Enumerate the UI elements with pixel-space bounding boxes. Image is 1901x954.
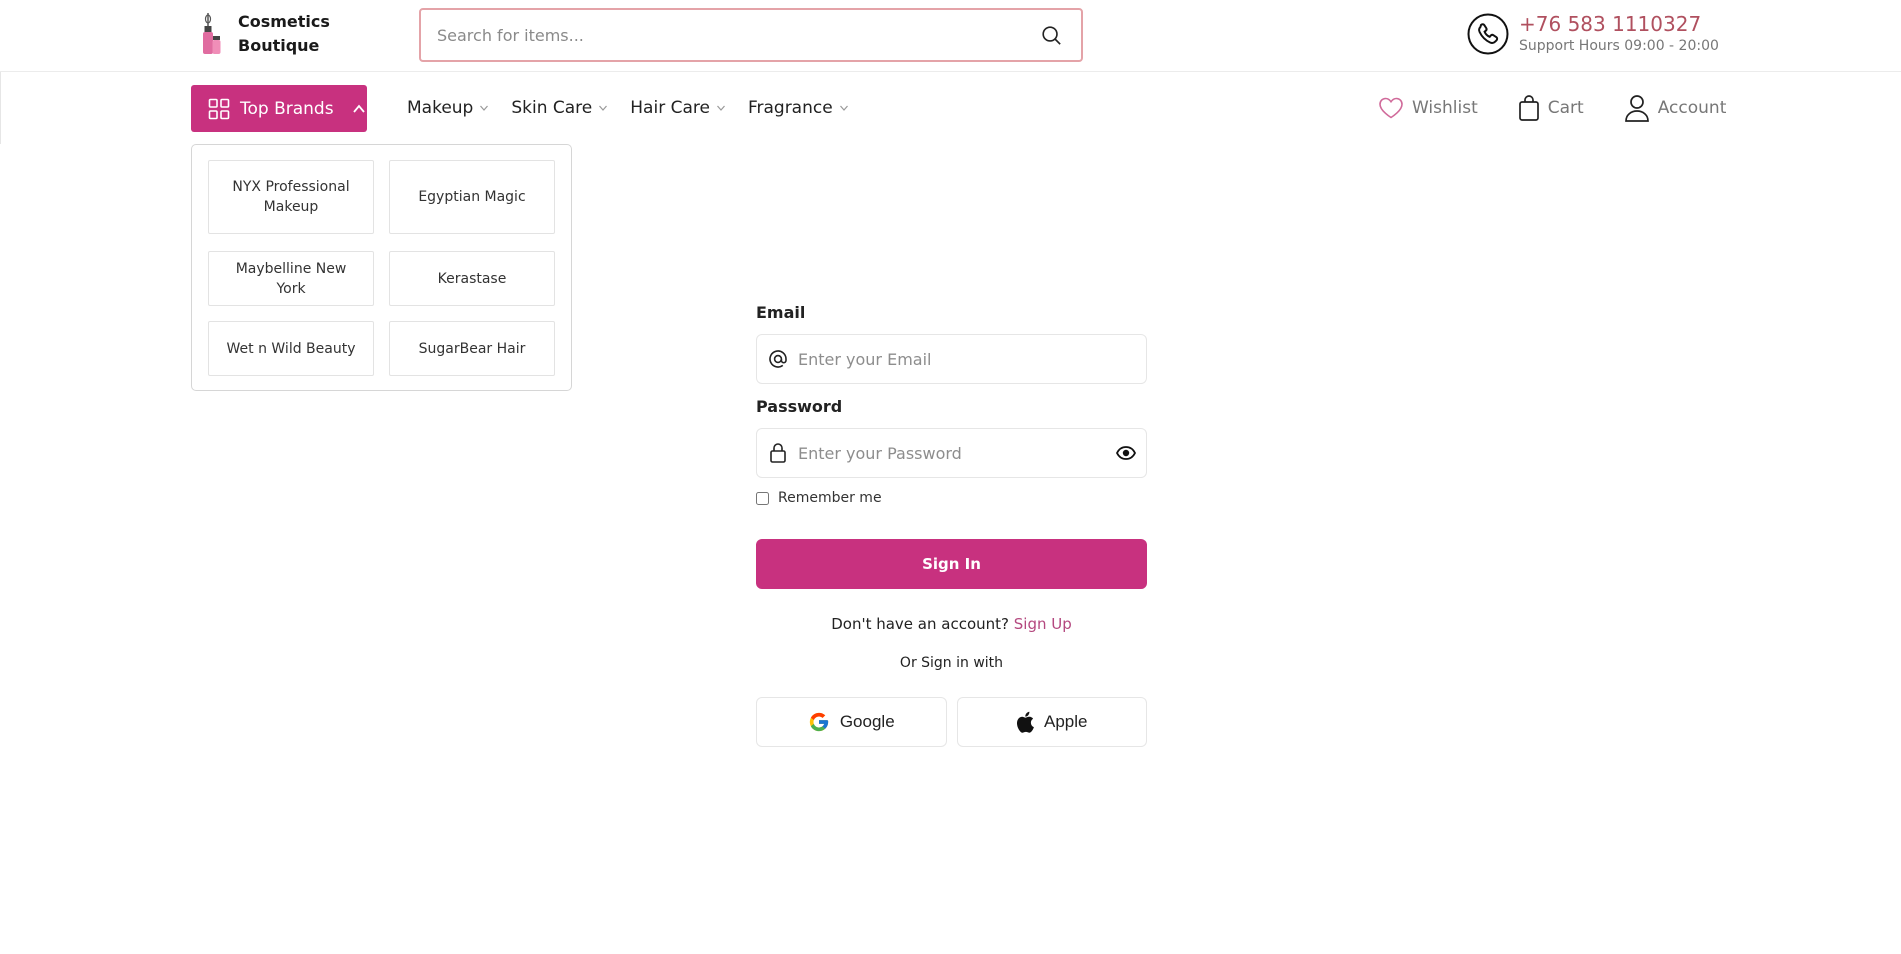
remember-me[interactable]: Remember me bbox=[756, 490, 1147, 506]
support-hours: Support Hours 09:00 - 20:00 bbox=[1519, 38, 1719, 54]
or-sign-in-with: Or Sign in with bbox=[899, 655, 1004, 671]
remember-me-label: Remember me bbox=[778, 490, 882, 506]
no-account-text: Don't have an account? bbox=[831, 615, 1009, 633]
chevron-down-icon bbox=[480, 105, 489, 111]
top-brands-label: Top Brands bbox=[240, 98, 334, 119]
contact-info: +76 583 1110327 Support Hours 09:00 - 20… bbox=[1467, 12, 1719, 56]
cart-label: Cart bbox=[1547, 98, 1584, 118]
google-label: Google bbox=[839, 712, 895, 731]
toggle-password-visibility[interactable] bbox=[1106, 446, 1146, 460]
account-label: Account bbox=[1657, 98, 1727, 118]
email-label: Email bbox=[756, 303, 806, 322]
google-icon bbox=[809, 712, 828, 732]
shopping-bag-icon bbox=[1518, 95, 1539, 121]
brand-item-wet-n-wild[interactable]: Wet n Wild Beauty bbox=[208, 321, 374, 376]
social-login: Google Apple bbox=[756, 697, 1147, 747]
nav-item-hair-care[interactable]: Hair Care bbox=[630, 98, 726, 118]
email-field-wrapper bbox=[756, 334, 1147, 384]
google-signin-button[interactable]: Google bbox=[756, 697, 947, 747]
brand-item-egyptian-magic[interactable]: Egyptian Magic bbox=[389, 160, 555, 234]
nav-item-label: Fragrance bbox=[747, 98, 833, 118]
chevron-down-icon bbox=[599, 105, 608, 111]
nav-item-fragrance[interactable]: Fragrance bbox=[748, 98, 849, 118]
password-input[interactable] bbox=[798, 429, 1106, 477]
logo-line-2: Boutique bbox=[238, 36, 320, 55]
password-field-wrapper bbox=[756, 428, 1147, 478]
main-nav: Makeup Skin Care Hair Care Fragrance bbox=[407, 98, 849, 118]
lock-icon bbox=[757, 442, 798, 464]
nav-item-label: Hair Care bbox=[630, 98, 710, 118]
logo-text: Cosmetics Boutique bbox=[238, 10, 330, 58]
brand-item-maybelline[interactable]: Maybelline New York bbox=[208, 251, 374, 306]
password-label: Password bbox=[756, 397, 843, 416]
eye-icon bbox=[1116, 446, 1136, 460]
remember-me-checkbox[interactable] bbox=[756, 491, 769, 505]
signin-form: Email Password Remember me Sig bbox=[756, 300, 1147, 747]
cosmetics-logo-icon bbox=[203, 13, 221, 54]
top-header: Cosmetics Boutique +76 583 1110327 Suppo… bbox=[0, 0, 1901, 72]
chevron-down-icon bbox=[717, 105, 725, 111]
account-link[interactable]: Account bbox=[1624, 93, 1727, 123]
sign-up-link[interactable]: Sign Up bbox=[1014, 615, 1072, 633]
apple-label: Apple bbox=[1044, 712, 1088, 731]
email-input[interactable] bbox=[798, 335, 1146, 383]
nav-item-skin-care[interactable]: Skin Care bbox=[511, 98, 608, 118]
phone-icon bbox=[1467, 13, 1509, 55]
brand-item-kerastase[interactable]: Kerastase bbox=[389, 251, 555, 306]
nav-item-label: Skin Care bbox=[511, 98, 593, 118]
top-brands-button[interactable]: Top Brands bbox=[191, 85, 367, 132]
chevron-down-icon bbox=[839, 105, 848, 111]
left-divider bbox=[0, 72, 1, 144]
user-icon bbox=[1624, 95, 1649, 122]
grid-icon bbox=[208, 98, 230, 119]
site-logo[interactable]: Cosmetics Boutique bbox=[196, 10, 330, 58]
search-input[interactable] bbox=[421, 10, 1021, 60]
nav-item-label: Makeup bbox=[407, 98, 474, 118]
cart-link[interactable]: Cart bbox=[1518, 93, 1584, 123]
apple-signin-button[interactable]: Apple bbox=[956, 697, 1147, 747]
signup-prompt: Don't have an account? Sign Up bbox=[756, 615, 1147, 633]
brand-item-sugarbear[interactable]: SugarBear Hair bbox=[389, 321, 555, 376]
search-button[interactable] bbox=[1021, 10, 1081, 60]
wishlist-label: Wishlist bbox=[1412, 98, 1478, 118]
search-icon bbox=[1042, 26, 1061, 45]
at-sign-icon bbox=[757, 349, 798, 369]
nav-item-makeup[interactable]: Makeup bbox=[407, 98, 489, 118]
apple-icon bbox=[1016, 711, 1034, 733]
heart-icon bbox=[1379, 97, 1403, 119]
wishlist-link[interactable]: Wishlist bbox=[1378, 93, 1478, 123]
top-brands-dropdown: NYX Professional Makeup Egyptian Magic M… bbox=[191, 144, 572, 391]
chevron-up-icon bbox=[352, 104, 365, 113]
logo-line-1: Cosmetics bbox=[238, 12, 330, 31]
phone-number[interactable]: +76 583 1110327 bbox=[1519, 12, 1719, 36]
user-nav: Wishlist Cart Account bbox=[1378, 93, 1726, 123]
sign-in-button[interactable]: Sign In bbox=[756, 539, 1147, 589]
brand-item-nyx[interactable]: NYX Professional Makeup bbox=[208, 160, 374, 234]
search-bar bbox=[419, 8, 1083, 62]
